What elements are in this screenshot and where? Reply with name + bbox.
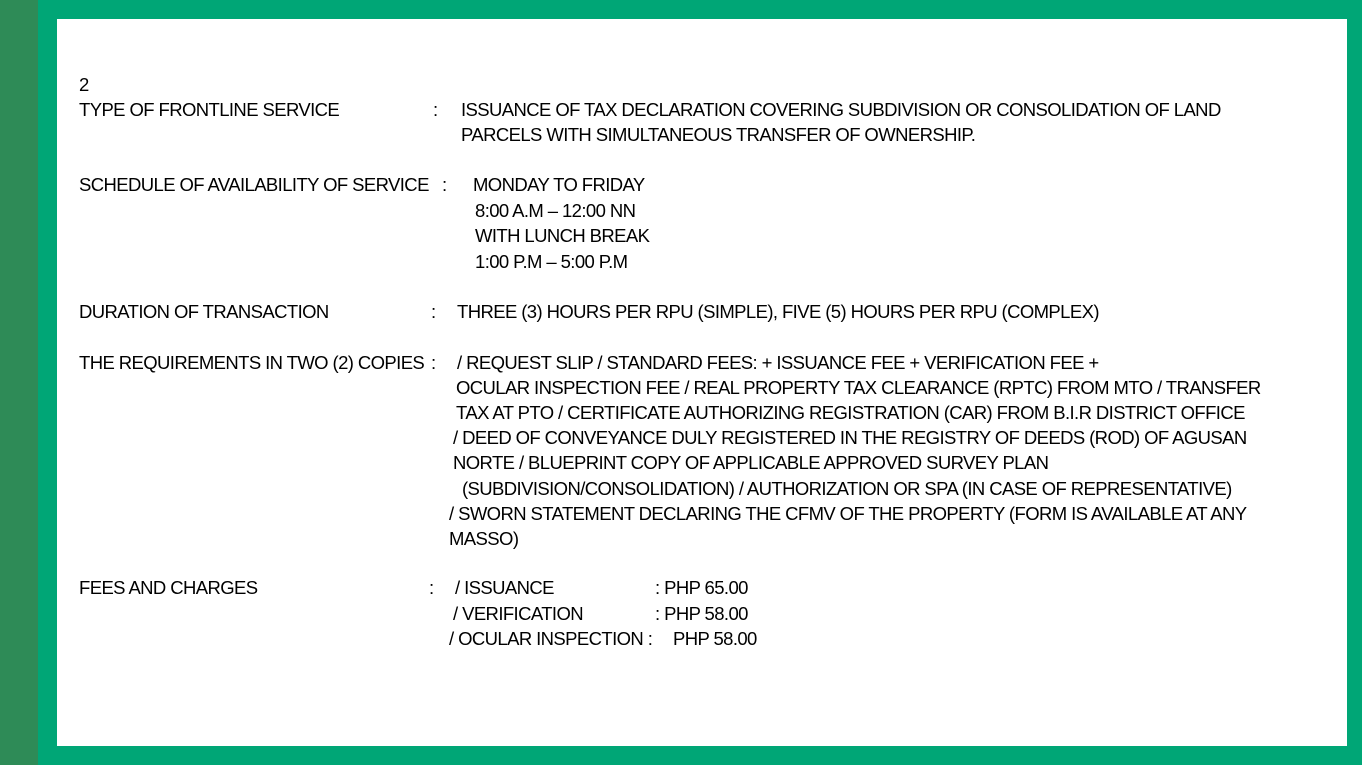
requirements-line: (SUBDIVISION/CONSOLIDATION) / AUTHORIZAT… xyxy=(462,478,1232,499)
fee-amount: : PHP 65.00 xyxy=(655,577,748,598)
service-type-label: TYPE OF FRONTLINE SERVICE xyxy=(79,99,340,120)
service-type-line: PARCELS WITH SIMULTANEOUS TRANSFER OF OW… xyxy=(461,124,976,145)
schedule-label: SCHEDULE OF AVAILABILITY OF SERVICE xyxy=(79,174,429,195)
schedule-line: WITH LUNCH BREAK xyxy=(475,225,650,246)
fees-label: FEES AND CHARGES xyxy=(79,577,258,598)
requirements-line: OCULAR INSPECTION FEE / REAL PROPERTY TA… xyxy=(456,377,1261,398)
requirements-line: / SWORN STATEMENT DECLARING THE CFMV OF … xyxy=(449,503,1247,524)
fee-name: / VERIFICATION xyxy=(453,603,584,624)
requirements-line: NORTE / BLUEPRINT COPY OF APPLICABLE APP… xyxy=(453,452,1049,473)
schedule-line: 8:00 A.M – 12:00 NN xyxy=(475,200,636,221)
fee-amount: PHP 58.00 xyxy=(673,628,757,649)
service-type-colon: : xyxy=(433,99,438,120)
side-stripe xyxy=(0,0,38,765)
duration-label: DURATION OF TRANSACTION xyxy=(79,301,329,322)
requirements-line: TAX AT PTO / CERTIFICATE AUTHORIZING REG… xyxy=(456,402,1245,423)
schedule-line: 1:00 P.M – 5:00 P.M xyxy=(475,251,628,272)
fee-name: / ISSUANCE xyxy=(455,577,554,598)
requirements-label: THE REQUIREMENTS IN TWO (2) COPIES xyxy=(79,352,425,373)
requirements-line: / DEED OF CONVEYANCE DULY REGISTERED IN … xyxy=(453,427,1247,448)
requirements-line: / REQUEST SLIP / STANDARD FEES: + ISSUAN… xyxy=(457,352,1099,373)
requirements-colon: : xyxy=(431,352,436,373)
fee-name: / OCULAR INSPECTION : xyxy=(449,628,653,649)
duration-line: THREE (3) HOURS PER RPU (SIMPLE), FIVE (… xyxy=(457,301,1100,322)
requirements-line: MASSO) xyxy=(449,528,519,549)
document-panel: 2 TYPE OF FRONTLINE SERVICE : ISSUANCE O… xyxy=(57,19,1347,746)
page-number: 2 xyxy=(79,74,89,95)
service-type-line: ISSUANCE OF TAX DECLARATION COVERING SUB… xyxy=(461,99,1221,120)
duration-colon: : xyxy=(431,301,436,322)
schedule-colon: : xyxy=(442,174,447,195)
fees-colon: : xyxy=(429,577,434,598)
schedule-line: MONDAY TO FRIDAY xyxy=(473,174,645,195)
fee-amount: : PHP 58.00 xyxy=(655,603,748,624)
